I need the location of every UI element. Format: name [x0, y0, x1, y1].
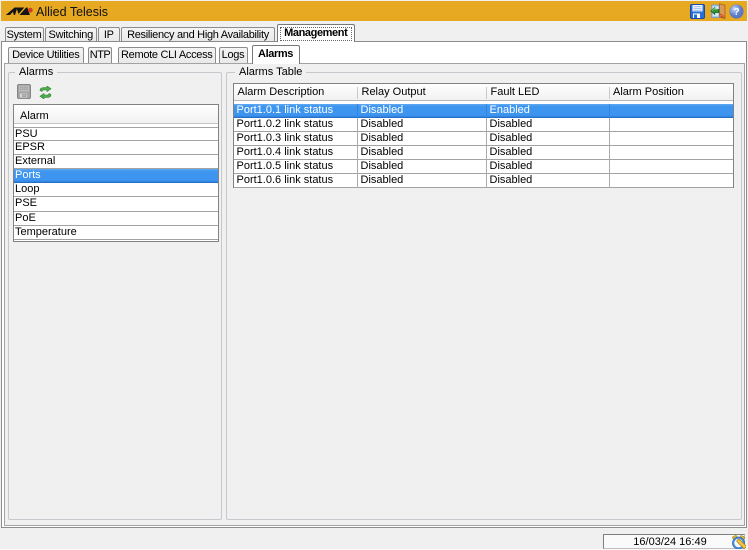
svg-text:?: ?	[733, 7, 739, 18]
